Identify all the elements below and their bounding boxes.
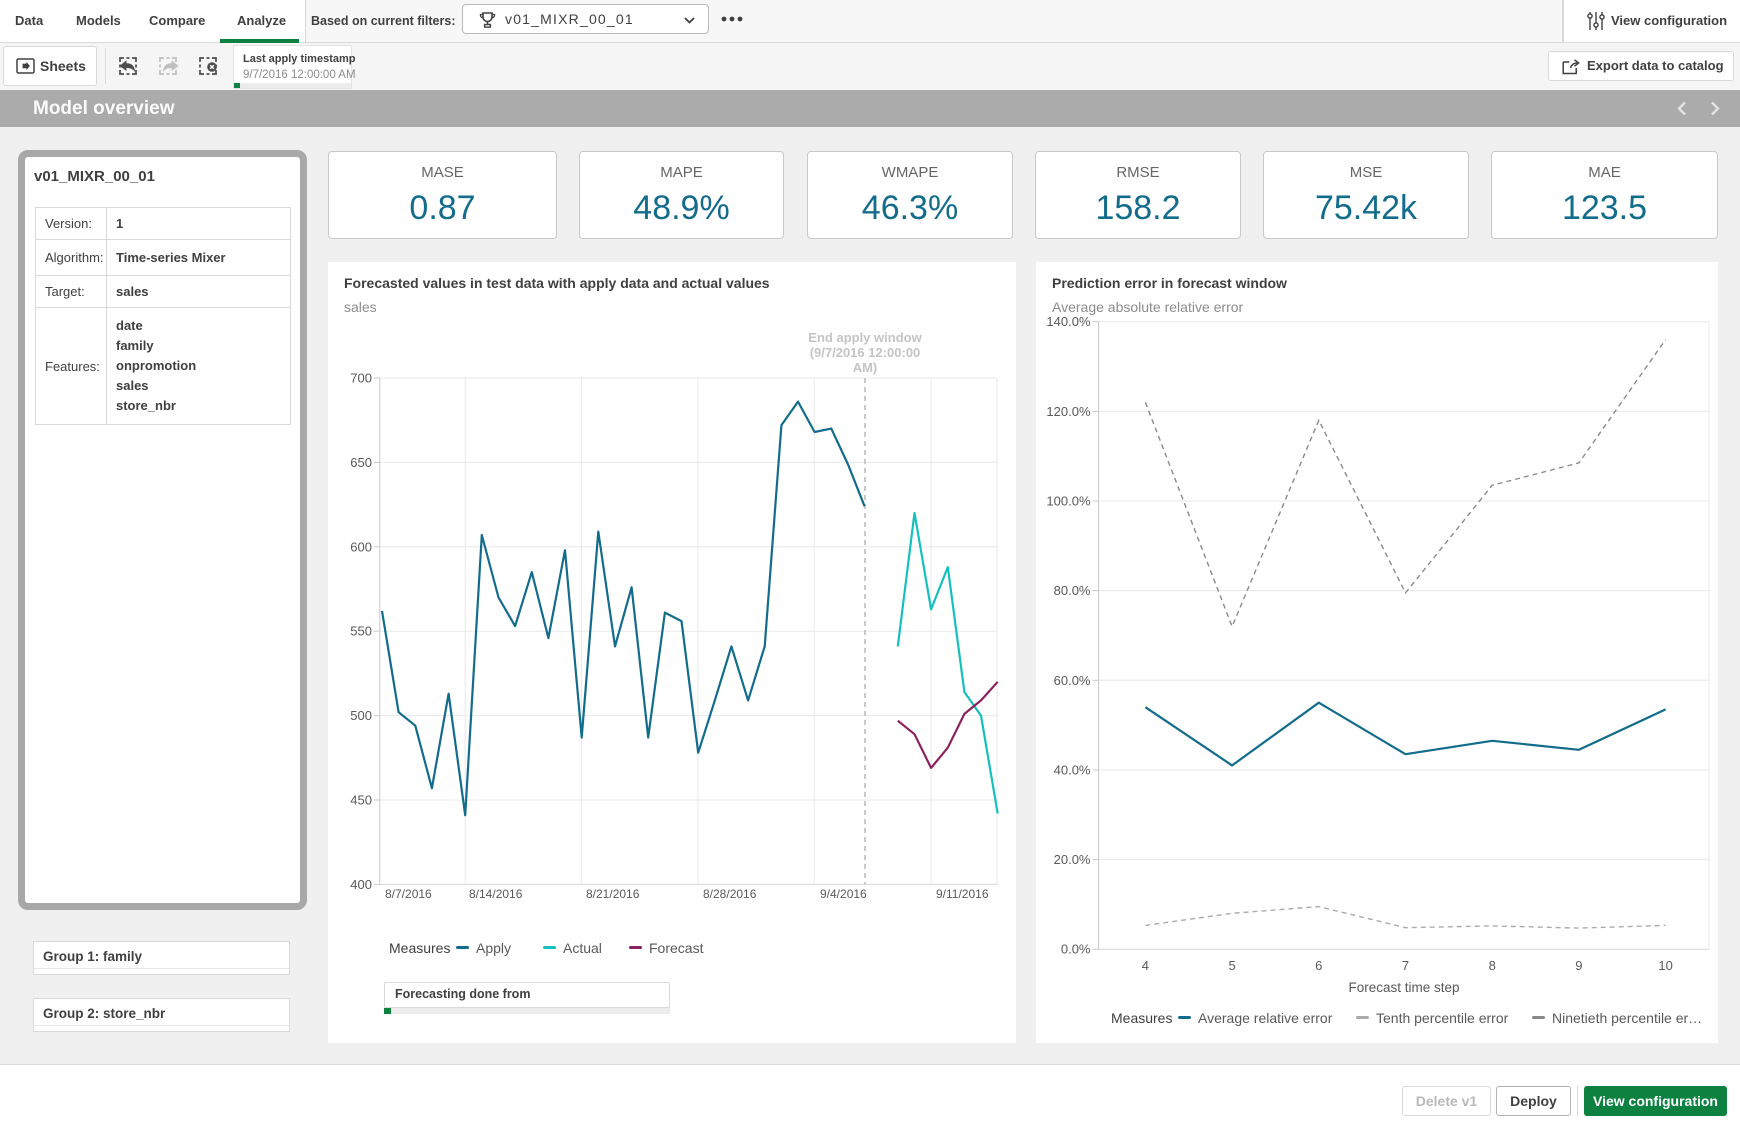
svg-text:9/11/2016: 9/11/2016 bbox=[936, 887, 989, 901]
svg-text:8/21/2016: 8/21/2016 bbox=[586, 887, 640, 901]
svg-text:Apply: Apply bbox=[476, 940, 511, 956]
svg-text:120.0%: 120.0% bbox=[1046, 404, 1091, 419]
svg-text:AM): AM) bbox=[853, 360, 878, 375]
svg-text:140.0%: 140.0% bbox=[1046, 314, 1091, 329]
svg-text:400: 400 bbox=[350, 877, 372, 892]
svg-text:End apply window: End apply window bbox=[808, 330, 922, 345]
svg-text:6: 6 bbox=[1315, 958, 1322, 973]
svg-text:60.0%: 60.0% bbox=[1054, 673, 1091, 688]
svg-text:10: 10 bbox=[1658, 958, 1672, 973]
svg-text:9: 9 bbox=[1575, 958, 1582, 973]
svg-text:Tenth percentile error: Tenth percentile error bbox=[1376, 1010, 1509, 1026]
svg-text:Measures: Measures bbox=[389, 940, 450, 956]
svg-text:450: 450 bbox=[350, 793, 372, 808]
svg-text:8/28/2016: 8/28/2016 bbox=[703, 887, 757, 901]
svg-text:550: 550 bbox=[350, 624, 372, 639]
svg-text:80.0%: 80.0% bbox=[1054, 583, 1091, 598]
svg-text:8/7/2016: 8/7/2016 bbox=[385, 887, 432, 901]
svg-text:650: 650 bbox=[350, 455, 372, 470]
svg-text:Actual: Actual bbox=[563, 940, 602, 956]
svg-text:Forecast: Forecast bbox=[649, 940, 704, 956]
svg-text:700: 700 bbox=[350, 371, 372, 386]
svg-text:Ninetieth percentile er…: Ninetieth percentile er… bbox=[1552, 1010, 1702, 1026]
svg-text:9/4/2016: 9/4/2016 bbox=[820, 887, 867, 901]
svg-text:Average relative error: Average relative error bbox=[1198, 1010, 1333, 1026]
svg-text:(9/7/2016 12:00:00: (9/7/2016 12:00:00 bbox=[810, 345, 921, 360]
svg-text:20.0%: 20.0% bbox=[1054, 852, 1091, 867]
svg-text:8: 8 bbox=[1489, 958, 1496, 973]
svg-text:100.0%: 100.0% bbox=[1046, 494, 1091, 509]
svg-text:8/14/2016: 8/14/2016 bbox=[469, 887, 523, 901]
svg-text:40.0%: 40.0% bbox=[1054, 762, 1091, 777]
svg-text:5: 5 bbox=[1228, 958, 1235, 973]
svg-text:Forecast time step: Forecast time step bbox=[1348, 980, 1459, 995]
svg-text:7: 7 bbox=[1402, 958, 1409, 973]
svg-text:4: 4 bbox=[1142, 958, 1149, 973]
svg-text:0.0%: 0.0% bbox=[1061, 942, 1091, 957]
svg-text:600: 600 bbox=[350, 539, 372, 554]
svg-text:500: 500 bbox=[350, 708, 372, 723]
svg-text:Measures: Measures bbox=[1111, 1010, 1172, 1026]
